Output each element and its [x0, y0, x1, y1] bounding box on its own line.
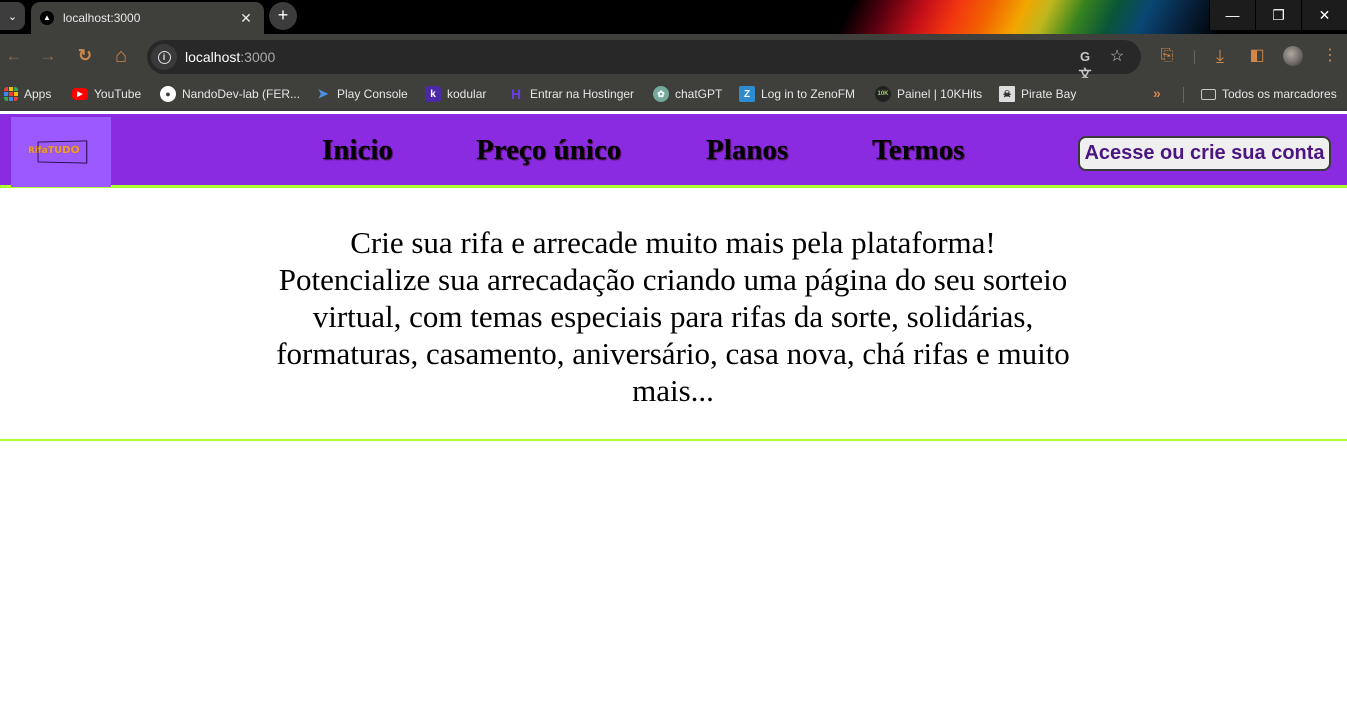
browser-tab[interactable]: ▲ localhost:3000 ✕	[31, 2, 264, 34]
all-bookmarks-button[interactable]: Todos os marcadores	[1201, 85, 1337, 103]
toolbar-divider	[1194, 50, 1195, 64]
arrow-left-icon: ←	[5, 46, 23, 65]
bookmark-play-console[interactable]: ➤ Play Console	[315, 85, 408, 103]
bookmarks-overflow-button[interactable]: »	[1153, 85, 1161, 101]
bookmark-zenofm[interactable]: Z Log in to ZenoFM	[739, 85, 855, 103]
site-header: RifaTUDO Inicio Preço único Planos Termo…	[0, 114, 1347, 188]
minimize-button[interactable]: —	[1209, 0, 1255, 30]
github-icon: ●	[160, 86, 176, 102]
bookmark-label: chatGPT	[675, 87, 723, 101]
profile-avatar[interactable]	[1283, 46, 1303, 66]
close-icon[interactable]: ✕	[236, 10, 256, 27]
zenofm-icon: Z	[739, 86, 755, 102]
nav-link-inicio[interactable]: Inicio	[322, 134, 393, 167]
reload-button[interactable]: ↻	[73, 45, 97, 67]
hero-section: Crie sua rifa e arrecade muito mais pela…	[0, 191, 1347, 441]
menu-kebab-icon[interactable]: ⋮	[1322, 45, 1338, 67]
back-button[interactable]: ←	[2, 45, 26, 67]
tab-search-button[interactable]: ⌄	[0, 2, 25, 30]
plus-icon: +	[277, 5, 289, 25]
bookmark-label: YouTube	[94, 87, 142, 101]
bookmark-hostinger[interactable]: H Entrar na Hostinger	[508, 85, 634, 103]
reload-icon: ↻	[77, 46, 93, 65]
triangle-logo-icon: ▲	[40, 11, 54, 25]
nav-link-termos[interactable]: Termos	[872, 134, 964, 167]
tab-title: localhost:3000	[63, 11, 141, 25]
arrow-right-icon: →	[39, 46, 57, 65]
nav-link-preco-unico[interactable]: Preço único	[476, 134, 621, 167]
url-port: :3000	[240, 49, 276, 65]
pirate-bay-icon: ☠	[999, 86, 1015, 102]
bookmark-kodular[interactable]: k kodular	[425, 85, 486, 103]
bookmark-label: Log in to ZenoFM	[761, 87, 856, 101]
bookmark-label: Play Console	[337, 87, 408, 101]
bookmark-label: Painel | 10KHits	[897, 87, 983, 101]
bookmark-10khits[interactable]: 10K Painel | 10KHits	[875, 85, 982, 103]
hero-description: Crie sua rifa e arrecade muito mais pela…	[276, 225, 1070, 408]
info-icon: i	[157, 50, 171, 64]
bookmark-label: Apps	[24, 87, 52, 101]
bookmark-chatgpt[interactable]: ✿ chatGPT	[653, 85, 722, 103]
new-tab-button[interactable]: +	[269, 2, 297, 30]
bookmark-youtube[interactable]: ▶ YouTube	[72, 85, 141, 103]
account-login-button[interactable]: Acesse ou crie sua conta	[1078, 136, 1331, 171]
forward-button[interactable]: →	[36, 45, 60, 67]
home-icon: ⌂	[114, 45, 128, 67]
chevron-down-icon: ⌄	[7, 10, 18, 23]
site-info-button[interactable]: i	[151, 44, 177, 70]
bookmarks-divider	[1183, 87, 1184, 103]
folder-icon	[1201, 88, 1216, 100]
extensions-puzzle-icon[interactable]: ⎘	[1156, 45, 1178, 67]
sidepanel-icon[interactable]: ◧	[1246, 45, 1268, 67]
translate-icon[interactable]: G文	[1075, 48, 1095, 82]
download-icon[interactable]: ⤓	[1209, 45, 1231, 67]
10khits-icon: 10K	[875, 86, 891, 102]
browser-title-bar: ⌄ ▲ localhost:3000 ✕ + — ❐ ✕	[0, 0, 1347, 34]
all-bookmarks-label: Todos os marcadores	[1222, 87, 1337, 101]
close-icon: ✕	[1318, 6, 1331, 23]
bookmark-label: kodular	[447, 87, 487, 101]
bookmark-pirate-bay[interactable]: ☠ Pirate Bay	[999, 85, 1076, 103]
bookmark-label: NandoDev-lab (FER...	[182, 87, 301, 101]
close-window-button[interactable]: ✕	[1301, 0, 1347, 30]
minimize-icon: —	[1225, 7, 1240, 23]
restore-icon: ❐	[1272, 6, 1285, 23]
address-bar[interactable]: i localhost:3000 G文 ☆	[147, 40, 1141, 82]
bookmark-star-icon[interactable]: ☆	[1107, 48, 1127, 66]
url-host: localhost	[185, 49, 241, 65]
bookmark-apps[interactable]: Apps	[4, 85, 51, 103]
kodular-icon: k	[425, 86, 441, 102]
bookmark-github[interactable]: ● NandoDev-lab (FER...	[160, 85, 300, 103]
restore-button[interactable]: ❐	[1255, 0, 1301, 30]
home-button[interactable]: ⌂	[109, 45, 133, 67]
youtube-icon: ▶	[72, 88, 88, 100]
nav-link-planos[interactable]: Planos	[706, 134, 788, 167]
apps-grid-icon	[4, 87, 18, 101]
theme-background	[820, 0, 1220, 34]
browser-toolbar: ← → ↻ ⌂ i localhost:3000 G文 ☆	[0, 34, 1347, 82]
bookmark-label: Pirate Bay	[1021, 87, 1077, 101]
url-text[interactable]: localhost:3000	[185, 49, 275, 65]
bookmarks-bar: Apps ▶ YouTube ● NandoDev-lab (FER... ➤ …	[0, 78, 1347, 111]
bookmark-label: Entrar na Hostinger	[530, 87, 635, 101]
play-console-icon: ➤	[317, 86, 329, 101]
chatgpt-icon: ✿	[653, 86, 669, 102]
window-controls: — ❐ ✕	[1209, 0, 1347, 30]
hostinger-icon: H	[510, 86, 522, 102]
